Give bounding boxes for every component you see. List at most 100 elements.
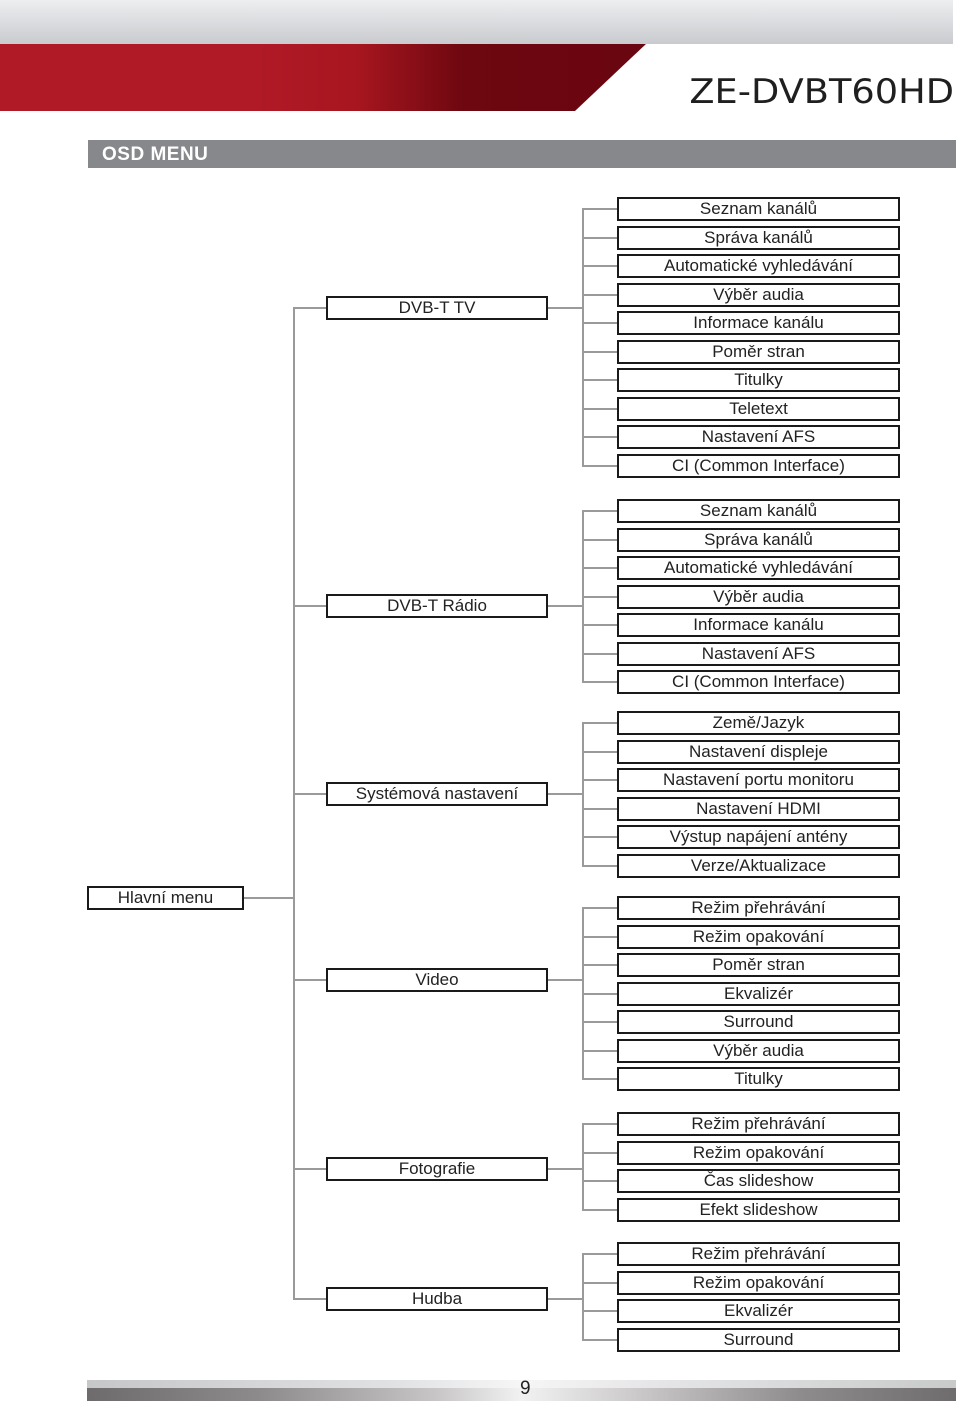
connector-line	[582, 465, 617, 467]
connector-line	[582, 865, 617, 867]
category-node[interactable]: Fotografie	[326, 1157, 548, 1181]
connector-line	[548, 979, 582, 981]
submenu-item[interactable]: Poměr stran	[617, 953, 900, 977]
submenu-item[interactable]: Surround	[617, 1010, 900, 1034]
page-number: 9	[520, 1378, 531, 1399]
category-node[interactable]: DVB-T Rádio	[326, 594, 548, 618]
connector-line	[582, 237, 617, 239]
submenu-item[interactable]: Efekt slideshow	[617, 1198, 900, 1222]
connector-line	[582, 322, 617, 324]
connector-line	[582, 907, 617, 909]
submenu-item[interactable]: Automatické vyhledávání	[617, 556, 900, 580]
model-name: ZE-DVBT60HD	[689, 72, 954, 112]
submenu-item[interactable]: Seznam kanálů	[617, 197, 900, 221]
submenu-item[interactable]: Nastavení AFS	[617, 425, 900, 449]
connector-line	[582, 510, 617, 512]
submenu-item[interactable]: Seznam kanálů	[617, 499, 900, 523]
submenu-item[interactable]: Správa kanálů	[617, 226, 900, 250]
submenu-item[interactable]: Surround	[617, 1328, 900, 1352]
connector-line	[293, 1168, 326, 1170]
connector-line	[548, 793, 582, 795]
connector-line	[582, 1282, 617, 1284]
submenu-item[interactable]: Verze/Aktualizace	[617, 854, 900, 878]
connector-line	[582, 936, 617, 938]
connector-branch	[582, 1253, 584, 1341]
submenu-item[interactable]: Nastavení portu monitoru	[617, 768, 900, 792]
connector-line	[582, 1339, 617, 1341]
submenu-item[interactable]: Poměr stran	[617, 340, 900, 364]
connector-line	[582, 779, 617, 781]
submenu-item[interactable]: Teletext	[617, 397, 900, 421]
connector-line	[582, 1123, 617, 1125]
connector-line	[548, 1168, 582, 1170]
submenu-item[interactable]: Automatické vyhledávání	[617, 254, 900, 278]
category-node[interactable]: DVB-T TV	[326, 296, 548, 320]
category-node[interactable]: Systémová nastavení	[326, 782, 548, 806]
connector-line	[582, 567, 617, 569]
connector-line	[582, 653, 617, 655]
submenu-item[interactable]: Výběr audia	[617, 283, 900, 307]
submenu-item[interactable]: Titulky	[617, 368, 900, 392]
submenu-item[interactable]: Nastavení HDMI	[617, 797, 900, 821]
connector-line	[582, 993, 617, 995]
submenu-item[interactable]: Nastavení AFS	[617, 642, 900, 666]
root-node[interactable]: Hlavní menu	[87, 886, 244, 910]
connector-line	[582, 351, 617, 353]
connector-line	[548, 1298, 582, 1300]
submenu-item[interactable]: Režim přehrávání	[617, 1242, 900, 1266]
connector-line	[582, 1050, 617, 1052]
connector-line	[582, 1209, 617, 1211]
connector-line	[582, 408, 617, 410]
submenu-item[interactable]: Nastavení displeje	[617, 740, 900, 764]
submenu-item[interactable]: Země/Jazyk	[617, 711, 900, 735]
submenu-item[interactable]: Výběr audia	[617, 1039, 900, 1063]
connector-trunk	[293, 307, 295, 1300]
category-node[interactable]: Hudba	[326, 1287, 548, 1311]
submenu-item[interactable]: Titulky	[617, 1067, 900, 1091]
category-node[interactable]: Video	[326, 968, 548, 992]
connector-line	[293, 605, 326, 607]
connector-line	[582, 808, 617, 810]
submenu-item[interactable]: Režim opakování	[617, 925, 900, 949]
connector-line	[293, 979, 326, 981]
submenu-item[interactable]: Ekvalizér	[617, 982, 900, 1006]
submenu-item[interactable]: Informace kanálu	[617, 613, 900, 637]
connector-line	[582, 436, 617, 438]
connector-line	[582, 751, 617, 753]
submenu-item[interactable]: Výběr audia	[617, 585, 900, 609]
submenu-item[interactable]: Správa kanálů	[617, 528, 900, 552]
connector-line	[582, 624, 617, 626]
connector-line	[582, 379, 617, 381]
connector-line	[582, 208, 617, 210]
connector-line	[582, 964, 617, 966]
connector-line	[244, 897, 293, 899]
connector-line	[582, 836, 617, 838]
submenu-item[interactable]: Režim opakování	[617, 1141, 900, 1165]
submenu-item[interactable]: Ekvalizér	[617, 1299, 900, 1323]
submenu-item[interactable]: Režim opakování	[617, 1271, 900, 1295]
connector-branch	[582, 208, 584, 467]
connector-line	[582, 681, 617, 683]
submenu-item[interactable]: Režim přehrávání	[617, 896, 900, 920]
header-red-band	[0, 44, 646, 111]
connector-branch	[582, 722, 584, 867]
connector-line	[293, 793, 326, 795]
connector-line	[582, 1180, 617, 1182]
connector-branch	[582, 1123, 584, 1211]
connector-line	[293, 1298, 326, 1300]
connector-line	[582, 1310, 617, 1312]
connector-line	[582, 539, 617, 541]
connector-line	[582, 596, 617, 598]
submenu-item[interactable]: Výstup napájení antény	[617, 825, 900, 849]
connector-line	[548, 307, 582, 309]
submenu-item[interactable]: Informace kanálu	[617, 311, 900, 335]
connector-line	[582, 294, 617, 296]
submenu-item[interactable]: Čas slideshow	[617, 1169, 900, 1193]
connector-line	[582, 1078, 617, 1080]
section-title-bar: OSD MENU	[88, 140, 956, 168]
submenu-item[interactable]: CI (Common Interface)	[617, 670, 900, 694]
submenu-item[interactable]: CI (Common Interface)	[617, 454, 900, 478]
connector-line	[548, 605, 582, 607]
connector-line	[582, 1021, 617, 1023]
submenu-item[interactable]: Režim přehrávání	[617, 1112, 900, 1136]
